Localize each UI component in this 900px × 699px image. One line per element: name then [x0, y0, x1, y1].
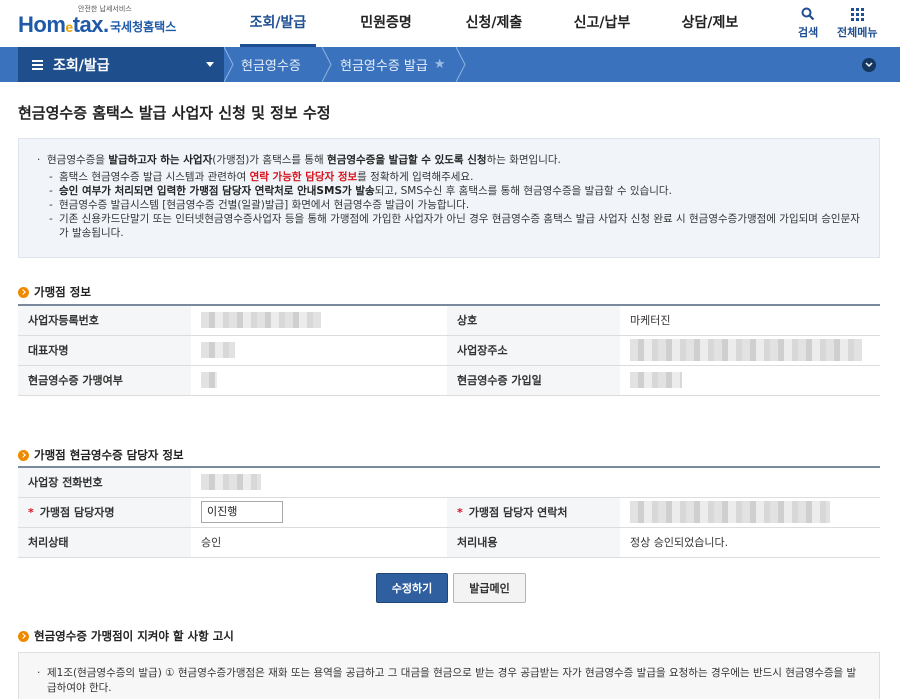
- nav-consult-report[interactable]: 상담/제보: [656, 0, 764, 47]
- notice-line: 현금영수증 발급시스템 [현금영수증 건별(일괄)발급] 화면에서 현금영수증 …: [49, 198, 863, 212]
- section-bullet-icon: [18, 630, 29, 642]
- edit-button[interactable]: 수정하기: [376, 573, 448, 603]
- notice-line: 홈택스 현금영수증 발급 시스템과 관련하여 연락 가능한 담당자 정보를 정확…: [49, 170, 863, 184]
- merchant-rules-box: 제1조(현금영수증의 발급) ① 현금영수증가맹점은 재화 또는 용역을 공급하…: [18, 652, 880, 699]
- logo-wordmark: Hometax.: [18, 12, 109, 37]
- notice-line: 기존 신용카드단말기 또는 인터넷현금영수증사업자 등을 통해 가맹점에 가입한…: [49, 212, 863, 240]
- table-row: 대표자명 사업장주소: [18, 335, 880, 366]
- notice-line-main: 현금영수증을 발급하고자 하는 사업자(가맹점)가 홈택스를 통해 현금영수증을…: [37, 153, 863, 167]
- page-title: 현금영수증 홈택스 발급 사업자 신청 및 정보 수정: [18, 104, 331, 122]
- section-bullet-icon: [18, 449, 29, 461]
- all-menu-label: 전체메뉴: [837, 26, 878, 39]
- table-row: 현금영수증 가맹여부 현금영수증 가입일: [18, 365, 880, 396]
- required-mark: *: [28, 506, 34, 519]
- section-manager-info-title: 가맹점 현금영수증 담당자 정보: [18, 447, 184, 463]
- breadcrumb-cash-receipt[interactable]: 현금영수증: [241, 47, 301, 82]
- member-status-value: [191, 365, 447, 396]
- redacted-value: [630, 339, 862, 361]
- trade-name-value: 마케터진: [620, 305, 880, 336]
- ceo-label: 대표자명: [18, 335, 191, 366]
- breadcrumb-separator-icon: [224, 47, 234, 82]
- table-row: 사업자등록번호 상호 마케터진: [18, 305, 880, 336]
- nav-civil-certificate[interactable]: 민원증명: [332, 0, 440, 47]
- all-menu-button[interactable]: 전체메뉴: [837, 6, 877, 40]
- location-bar: 조회/발급 현금영수증 현금영수증 발급 ★: [0, 47, 900, 82]
- favorite-star-icon[interactable]: ★: [434, 57, 446, 72]
- manager-name-cell: 이진행: [191, 497, 447, 528]
- search-label: 검색: [798, 26, 819, 39]
- breadcrumb-separator-icon: [322, 47, 332, 82]
- status-value: 승인: [191, 527, 447, 558]
- nav-report-pay[interactable]: 신고/납부: [548, 0, 656, 47]
- location-expand-button[interactable]: [862, 58, 876, 72]
- redacted-value: [201, 342, 235, 358]
- caret-down-icon: [206, 62, 214, 67]
- join-date-value: [620, 365, 880, 396]
- table-row: 사업장 전화번호: [18, 467, 880, 498]
- section-merchant-rules-title: 현금영수증 가맹점이 지켜야 할 사항 고시: [18, 628, 234, 644]
- nav-inquiry-issue[interactable]: 조회/발급: [224, 0, 332, 47]
- info-notice-box: 현금영수증을 발급하고자 하는 사업자(가맹점)가 홈택스를 통해 현금영수증을…: [18, 138, 880, 258]
- breadcrumb-cash-receipt-issue[interactable]: 현금영수증 발급 ★: [340, 47, 446, 82]
- search-icon: [801, 6, 815, 22]
- biz-no-value: [191, 305, 447, 336]
- required-mark: *: [457, 506, 463, 519]
- hamburger-icon: [32, 59, 43, 70]
- table-row: 처리상태 승인 처리내용 정상 승인되었습니다.: [18, 527, 880, 558]
- result-label: 처리내용: [447, 527, 620, 558]
- chevron-down-icon: [865, 62, 873, 68]
- logo-korean-name: 국세청홈택스: [110, 20, 177, 34]
- section-merchant-info-title: 가맹점 정보: [18, 284, 91, 300]
- notice-line: 승인 여부가 처리되면 입력한 가맹점 담당자 연락처로 안내SMS가 발송되고…: [49, 184, 863, 198]
- redacted-value: [201, 372, 217, 388]
- top-header: 안전한 납세서비스 Hometax. 국세청홈택스 조회/발급 민원증명 신청/…: [0, 0, 900, 47]
- search-button[interactable]: 검색: [798, 6, 818, 40]
- manager-info-table: 사업장 전화번호 * 가맹점 담당자명 이진행 * 가맹점 담당자 연락처 처리상태…: [18, 466, 880, 558]
- phone-value: [191, 467, 880, 498]
- ceo-value: [191, 335, 447, 366]
- table-row: * 가맹점 담당자명 이진행 * 가맹점 담당자 연락처: [18, 497, 880, 528]
- notice-sub-list: 홈택스 현금영수증 발급 시스템과 관련하여 연락 가능한 담당자 정보를 정확…: [37, 170, 863, 240]
- nav-apply-submit[interactable]: 신청/제출: [440, 0, 548, 47]
- global-nav: 조회/발급 민원증명 신청/제출 신고/납부 상담/제보: [224, 0, 764, 47]
- hometax-logo[interactable]: 안전한 납세서비스 Hometax. 국세청홈택스: [18, 4, 188, 40]
- manager-contact-cell: [620, 497, 880, 528]
- issue-main-button[interactable]: 발급메인: [453, 573, 526, 603]
- address-label: 사업장주소: [447, 335, 620, 366]
- rule-article-1: 제1조(현금영수증의 발급) ① 현금영수증가맹점은 재화 또는 용역을 공급하…: [37, 666, 863, 696]
- phone-label: 사업장 전화번호: [18, 467, 191, 498]
- manager-contact-input[interactable]: [630, 501, 830, 523]
- location-menu-label: 조회/발급: [53, 57, 110, 74]
- redacted-value: [201, 474, 261, 491]
- section-bullet-icon: [18, 286, 29, 298]
- location-menu-dropdown[interactable]: 조회/발급: [18, 47, 224, 82]
- redacted-value: [201, 312, 321, 329]
- address-value: [620, 335, 880, 366]
- join-date-label: 현금영수증 가입일: [447, 365, 620, 396]
- grid-menu-icon: [850, 6, 864, 22]
- status-label: 처리상태: [18, 527, 191, 558]
- manager-contact-label: * 가맹점 담당자 연락처: [447, 497, 620, 528]
- biz-no-label: 사업자등록번호: [18, 305, 191, 336]
- member-status-label: 현금영수증 가맹여부: [18, 365, 191, 396]
- merchant-info-table: 사업자등록번호 상호 마케터진 대표자명 사업장주소 현금영수증 가맹여부 현금…: [18, 304, 880, 396]
- result-value: 정상 승인되었습니다.: [620, 527, 880, 558]
- redacted-value: [630, 372, 682, 388]
- manager-name-label: * 가맹점 담당자명: [18, 497, 191, 528]
- manager-name-input[interactable]: 이진행: [201, 501, 283, 523]
- trade-name-label: 상호: [447, 305, 620, 336]
- breadcrumb-separator-icon: [456, 47, 466, 82]
